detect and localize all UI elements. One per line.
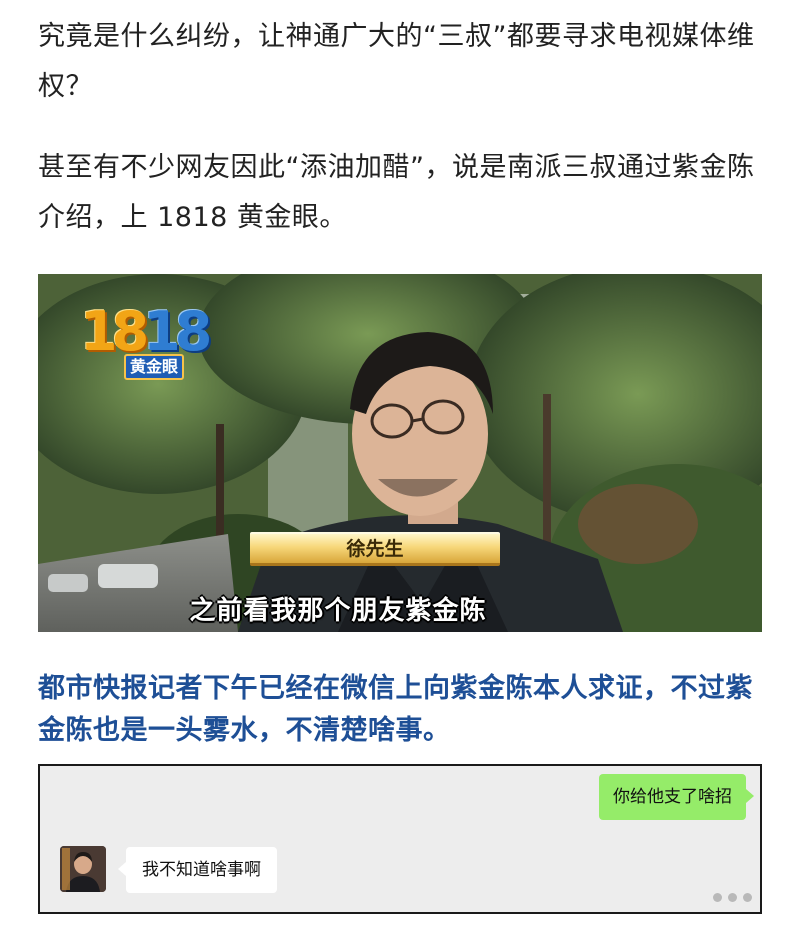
logo-subtitle: 黄金眼	[124, 354, 184, 380]
outgoing-message-bubble: 你给他支了啥招	[599, 774, 754, 820]
incoming-message-bubble: 我不知道啥事啊	[118, 847, 277, 893]
article-paragraph: 甚至有不少网友因此“添油加醋”，说是南派三叔通过紫金陈介绍，上 1818 黄金眼…	[38, 152, 755, 233]
video-subtitle: 之前看我那个朋友紫金陈	[189, 596, 487, 626]
interviewee-name-tag: 徐先生	[250, 532, 500, 566]
person-avatar-icon	[60, 846, 106, 892]
chat-screenshot: 你给他支了啥招 我不知道啥事啊	[38, 764, 762, 914]
news-video-screenshot: 1818 黄金眼 徐先生 之前看我那个朋友紫金陈	[38, 274, 762, 632]
highlight-paragraph: 都市快报记者下午已经在微信上向紫金陈本人求证，不过紫金陈也是一头雾水，不清楚啥事…	[38, 673, 753, 746]
tv-channel-logo: 1818 黄金眼	[80, 302, 212, 382]
article-paragraph: 究竟是什么纠纷，让神通广大的“三叔”都要寻求电视媒体维权？	[38, 21, 755, 102]
more-dots-icon	[713, 893, 752, 902]
avatar	[60, 846, 106, 892]
